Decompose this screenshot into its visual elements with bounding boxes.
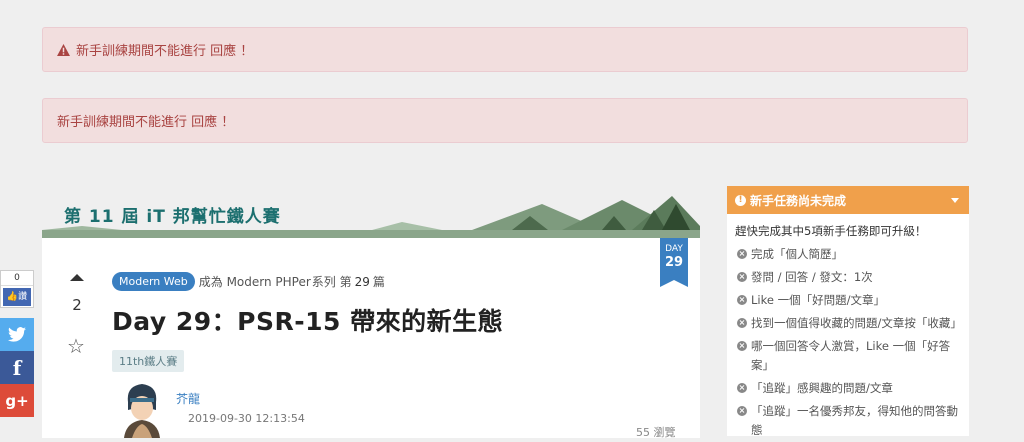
task-panel-header[interactable]: ! 新手任務尚未完成	[727, 186, 969, 214]
task-item[interactable]: × 完成「個人簡歷」	[727, 243, 969, 266]
day-badge-tail	[660, 280, 688, 287]
vote-count: 2	[72, 296, 82, 314]
x-circle-icon: ×	[737, 272, 747, 282]
upvote-button[interactable]	[70, 274, 84, 281]
twitter-share-button[interactable]	[0, 318, 34, 351]
googleplus-icon: g+	[5, 391, 29, 410]
task-intro: 趕快完成其中5項新手任務即可升級！	[735, 224, 927, 238]
author-name[interactable]: 芥龍	[176, 390, 200, 407]
post-title: Day 29：PSR-15 帶來的新生態	[112, 307, 504, 336]
post-card: 2 ☆ Modern Web 成為 Modern PHPer 系列 第 29 篇…	[42, 238, 700, 439]
ironman-banner: 第 11 屆 iT 邦幫忙鐵人賽	[42, 186, 700, 240]
x-circle-icon: ×	[737, 295, 747, 305]
twitter-icon	[8, 327, 26, 342]
bookmark-star-icon[interactable]: ☆	[67, 334, 85, 358]
info-icon: !	[735, 194, 746, 206]
series-number: 29	[354, 274, 370, 289]
day-number: 29	[664, 255, 684, 270]
task-item[interactable]: × 發問 / 回答 / 發文：1次	[727, 266, 969, 289]
avatar[interactable]	[118, 380, 166, 438]
x-circle-icon: ×	[737, 406, 747, 416]
task-panel-title: 新手任務尚未完成	[750, 193, 847, 208]
x-circle-icon: ×	[737, 318, 747, 328]
task-item[interactable]: × 哪一個回答令人激賞，Like 一個「好答案」	[727, 335, 969, 377]
alert-text: 新手訓練期間不能進行 回應 ！	[76, 44, 254, 59]
thumbs-up-icon: 👍	[6, 292, 19, 302]
category-badge[interactable]: Modern Web	[112, 272, 195, 291]
series-meta: Modern Web 成為 Modern PHPer 系列 第 29 篇	[112, 272, 385, 291]
like-button[interactable]: 👍讚	[3, 288, 31, 306]
day-label: DAY	[665, 244, 683, 254]
post-date: 2019-09-30 12:13:54	[188, 412, 305, 425]
view-count: 55 瀏覽	[636, 426, 676, 439]
x-circle-icon: ×	[737, 249, 747, 259]
like-count: 0	[1, 271, 33, 286]
task-item[interactable]: × 找到一個值得收藏的問題/文章按「收藏」	[727, 312, 969, 335]
facebook-share-button[interactable]: f	[0, 351, 34, 384]
series-unit: 篇	[372, 275, 385, 289]
banner-title: 第 11 屆 iT 邦幫忙鐵人賽	[64, 207, 281, 227]
task-item[interactable]: × 「追蹤」感興趣的問題/文章	[727, 377, 969, 400]
share-rail: 0 👍讚 f g+	[0, 270, 34, 417]
post-tag[interactable]: 11th鐵人賽	[112, 350, 185, 372]
warning-icon	[57, 43, 70, 56]
series-link[interactable]: 成為 Modern PHPer	[199, 273, 311, 290]
chevron-down-icon	[951, 198, 959, 203]
series-suffix: 系列 第	[311, 275, 352, 289]
alert-text: 新手訓練期間不能進行 回應 ！	[57, 115, 235, 130]
alert-banner: 新手訓練期間不能進行 回應 ！	[42, 27, 968, 72]
alert-banner: 新手訓練期間不能進行 回應 ！	[42, 98, 968, 143]
googleplus-share-button[interactable]: g+	[0, 384, 34, 417]
facebook-like-box[interactable]: 0 👍讚	[0, 270, 34, 308]
newbie-task-panel: ! 新手任務尚未完成 趕快完成其中5項新手任務即可升級！ × 完成「個人簡歷」 ×…	[727, 186, 969, 437]
task-item[interactable]: × 「追蹤」一名優秀邦友，得知他的問答動態	[727, 400, 969, 442]
x-circle-icon: ×	[737, 383, 747, 393]
x-circle-icon: ×	[737, 341, 747, 351]
task-item[interactable]: × Like 一個「好問題/文章」	[727, 289, 969, 312]
day-badge: DAY 29	[660, 238, 688, 280]
facebook-icon: f	[12, 355, 22, 380]
